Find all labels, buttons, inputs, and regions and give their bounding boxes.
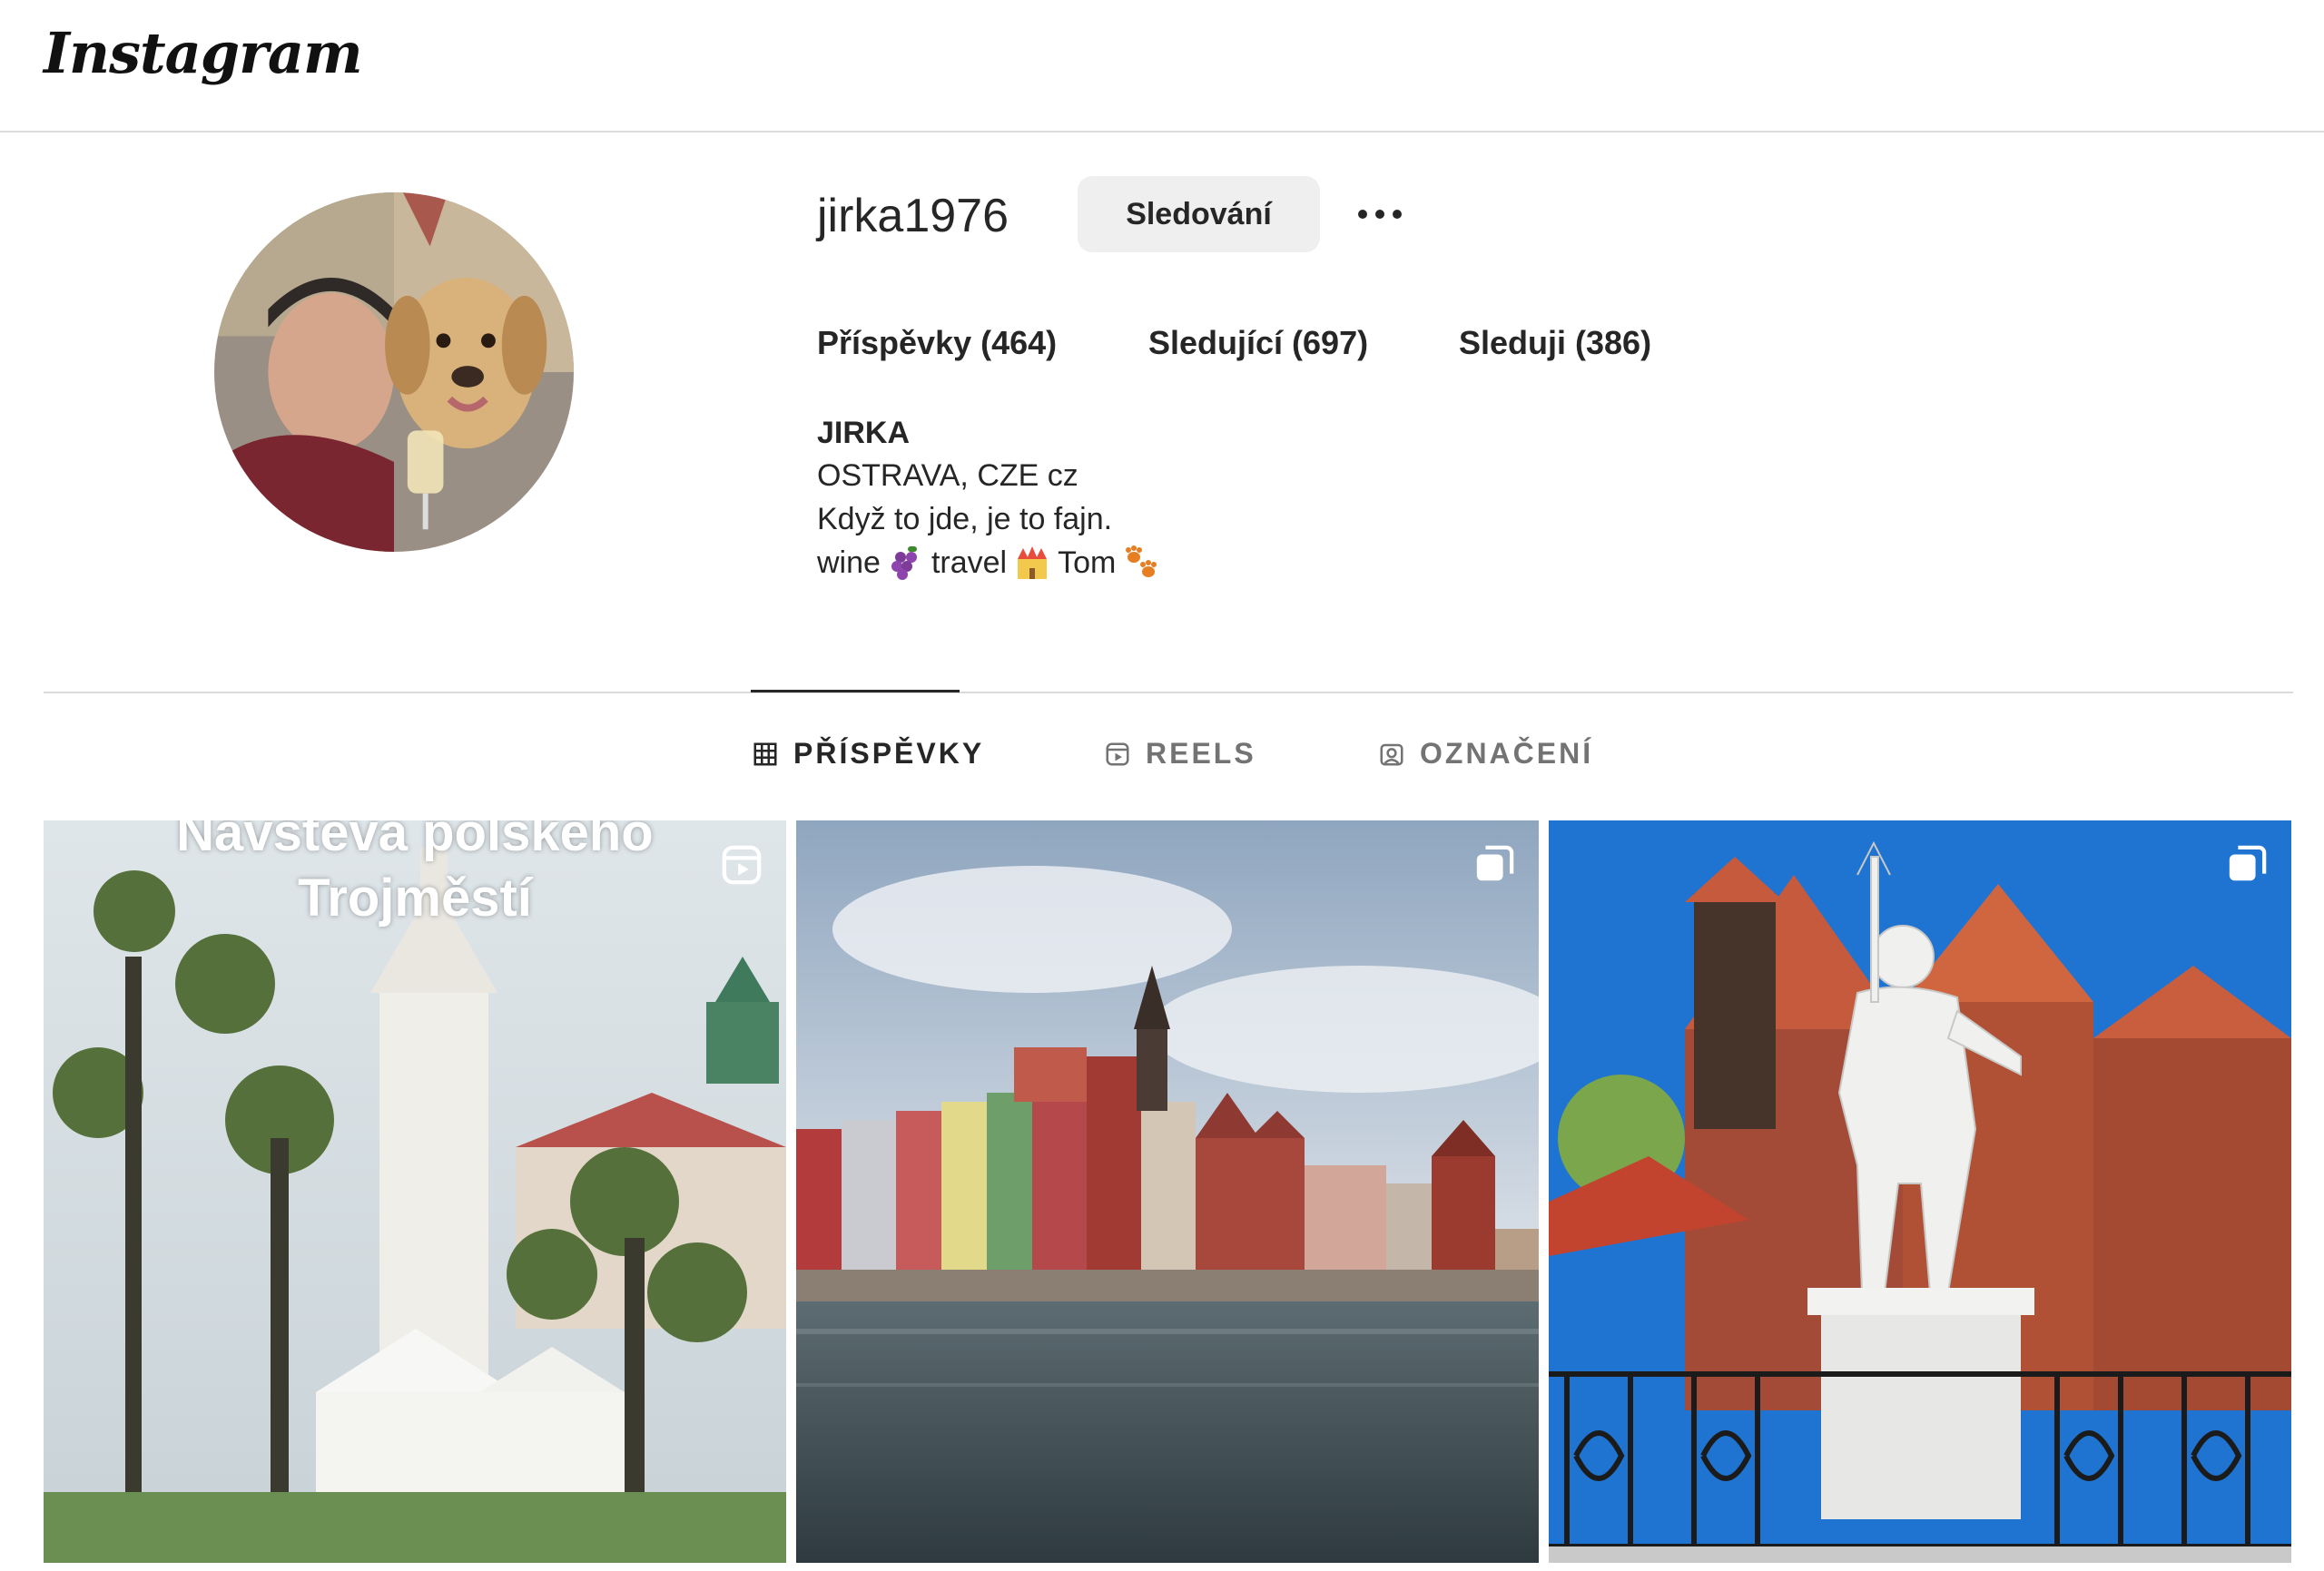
tab-reels[interactable]: REELS <box>1104 737 1256 771</box>
following-link[interactable]: Sleduji (386) <box>1459 324 1651 362</box>
tab-posts-label: PŘÍSPĚVKY <box>793 737 985 770</box>
active-tab-indicator <box>751 690 960 692</box>
dot-icon <box>1375 210 1384 219</box>
post-image <box>796 820 1539 1563</box>
tab-reels-label: REELS <box>1146 737 1256 770</box>
tab-tagged[interactable]: OZNAČENÍ <box>1378 737 1593 771</box>
tag-tom: Tom <box>1058 545 1117 580</box>
reels-icon <box>722 845 762 885</box>
profile-location: OSTRAVA, CZE cz <box>817 458 1078 493</box>
top-bar: Instagram <box>0 0 2324 133</box>
tagged-icon <box>1380 743 1403 765</box>
grid-icon <box>753 742 777 765</box>
paw-prints-icon <box>1126 545 1157 577</box>
grapes-icon <box>891 546 917 580</box>
posts-count: Příspěvky (464) <box>817 324 1058 361</box>
reels-icon <box>1106 742 1129 765</box>
carousel-icon <box>1476 845 1514 881</box>
profile-avatar[interactable] <box>214 192 574 552</box>
castle-icon <box>1018 546 1048 579</box>
instagram-logo[interactable]: Instagram <box>44 20 363 86</box>
followers-link[interactable]: Sledující (697) <box>1148 324 1368 362</box>
tab-tagged-label: OZNAČENÍ <box>1420 737 1594 770</box>
dot-icon <box>1358 210 1367 219</box>
tag-travel: travel <box>931 545 1008 580</box>
dot-icon <box>1393 210 1402 219</box>
profile-quote: Když to jde, je to fajn. <box>817 502 1113 536</box>
post-thumbnail-1[interactable]: Návštěva polského Trojměstí <box>44 820 786 1563</box>
profile-username: jirka1976 <box>817 190 1009 242</box>
post-thumbnail-3[interactable] <box>1549 820 2291 1563</box>
profile-full-name: JIRKA <box>817 416 911 450</box>
post-image <box>44 820 786 1563</box>
reel-title-line-1: Návštěva polského <box>176 820 654 862</box>
carousel-icon <box>2229 845 2267 881</box>
tag-wine: wine <box>817 545 881 580</box>
tab-posts[interactable]: PŘÍSPĚVKY <box>752 737 984 771</box>
post-image <box>1549 820 2291 1563</box>
following-button[interactable]: Sledování <box>1078 176 1320 252</box>
reel-title-line-2: Trojměstí <box>298 869 532 928</box>
tabs-divider <box>44 692 2293 693</box>
profile-interests: wine travel Tom <box>817 545 1159 581</box>
avatar-image <box>214 192 574 552</box>
post-thumbnail-2[interactable] <box>796 820 1539 1563</box>
more-options-button[interactable] <box>1344 185 1416 243</box>
